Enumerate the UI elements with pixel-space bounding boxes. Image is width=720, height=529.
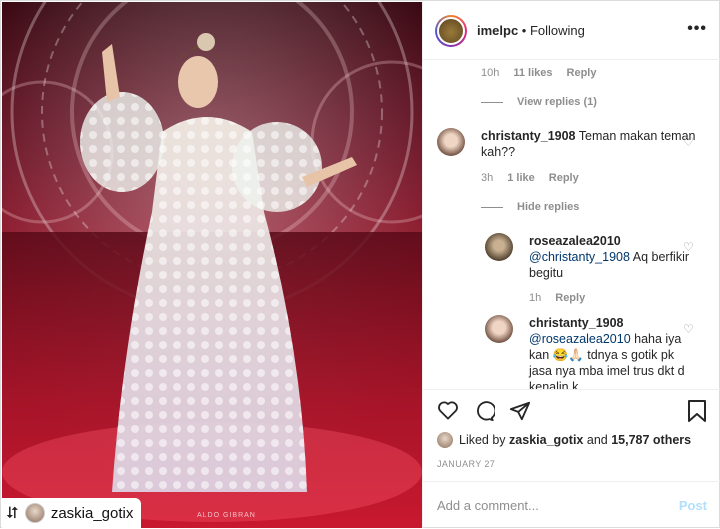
comment-mention[interactable]: @roseazalea2010: [529, 332, 631, 346]
liker-username[interactable]: zaskia_gotix: [509, 433, 583, 447]
post-date[interactable]: JANUARY 27: [437, 459, 495, 469]
hide-replies-button[interactable]: Hide replies: [481, 201, 579, 213]
repost-avatar: [24, 503, 45, 523]
commenter-username[interactable]: roseazalea2010: [529, 234, 621, 248]
view-replies-button[interactable]: View replies (1): [481, 96, 597, 108]
reply-button[interactable]: Reply: [549, 172, 579, 184]
commenter-avatar[interactable]: [485, 315, 513, 343]
comment-like-icon[interactable]: ♡: [683, 240, 694, 254]
bookmark-icon[interactable]: [687, 400, 707, 422]
comments-list[interactable]: 10h 11 likes Reply View replies (1) chri…: [423, 61, 720, 389]
share-icon[interactable]: [509, 400, 531, 422]
reply-button[interactable]: Reply: [567, 67, 597, 79]
divider: [481, 101, 503, 103]
comment-time: 3h: [481, 172, 494, 184]
liked-by-and: and: [586, 433, 608, 447]
repost-username[interactable]: zaskia_gotix: [51, 505, 134, 522]
reply-item: christanty_1908 @roseazalea2010 haha iya…: [485, 315, 691, 389]
comment-time: 1h: [529, 292, 542, 304]
comment-meta: 1h Reply: [529, 292, 585, 304]
more-options-icon[interactable]: •••: [687, 20, 707, 38]
comment-mention[interactable]: @christanty_1908: [529, 250, 630, 264]
author-username[interactable]: imelpc: [477, 23, 518, 38]
comment-text: christanty_1908 @roseazalea2010 haha iya…: [529, 315, 691, 389]
comment-text: roseazalea2010 @christanty_1908 Aq berfi…: [529, 233, 691, 281]
commenter-username[interactable]: christanty_1908: [481, 129, 576, 143]
view-replies-label: View replies (1): [517, 96, 597, 108]
add-comment-bar: Post: [423, 481, 720, 529]
comment-meta: 3h 1 like Reply: [481, 172, 579, 184]
comment-likes[interactable]: 1 like: [507, 172, 535, 184]
comment-likes[interactable]: 11 likes: [513, 67, 552, 79]
post-photo[interactable]: ALDO GIBRAN ⮃ zaskia_gotix: [2, 2, 422, 528]
instagram-post-frame: ALDO GIBRAN ⮃ zaskia_gotix imelpc • Foll…: [0, 0, 720, 528]
post-button[interactable]: Post: [679, 498, 707, 513]
commenter-username[interactable]: christanty_1908: [529, 316, 624, 330]
comment-input[interactable]: [437, 498, 679, 513]
header-separator: •: [518, 23, 530, 38]
author-line: imelpc • Following: [477, 23, 585, 38]
likes-count[interactable]: 15,787 others: [611, 433, 691, 447]
author-avatar[interactable]: [435, 14, 467, 47]
action-icons: [437, 400, 531, 422]
comment-time: 10h: [481, 67, 500, 79]
commenter-avatar[interactable]: [485, 233, 513, 261]
liked-by-prefix: Liked by: [459, 433, 506, 447]
post-side-panel: imelpc • Following ••• 10h 11 likes Repl…: [422, 2, 720, 528]
comment-like-icon[interactable]: ♡: [683, 135, 694, 149]
liker-avatar[interactable]: [437, 432, 453, 448]
liked-by: Liked by zaskia_gotix and 15,787 others: [437, 432, 691, 448]
commenter-avatar[interactable]: [437, 128, 465, 156]
photo-watermark: ALDO GIBRAN: [197, 512, 256, 519]
following-button[interactable]: Following: [530, 23, 585, 38]
comment-icon[interactable]: [473, 400, 495, 422]
repost-icon: ⮃: [6, 503, 19, 522]
hide-replies-label: Hide replies: [517, 201, 580, 213]
comment-like-icon[interactable]: ♡: [683, 322, 694, 336]
stage-scene: ALDO GIBRAN: [2, 2, 422, 528]
divider: [481, 206, 503, 208]
comment-text: christanty_1908 Teman makan teman kah??: [481, 128, 697, 160]
reply-button[interactable]: Reply: [555, 292, 585, 304]
heart-icon[interactable]: [437, 400, 459, 420]
comment-item: christanty_1908 Teman makan teman kah??: [437, 128, 697, 160]
comment-meta: 10h 11 likes Reply: [481, 67, 596, 79]
post-actions: Liked by zaskia_gotix and 15,787 others …: [423, 389, 720, 528]
reply-item: roseazalea2010 @christanty_1908 Aq berfi…: [485, 233, 691, 281]
repost-badge[interactable]: ⮃ zaskia_gotix: [2, 498, 142, 528]
post-header: imelpc • Following •••: [423, 2, 720, 60]
